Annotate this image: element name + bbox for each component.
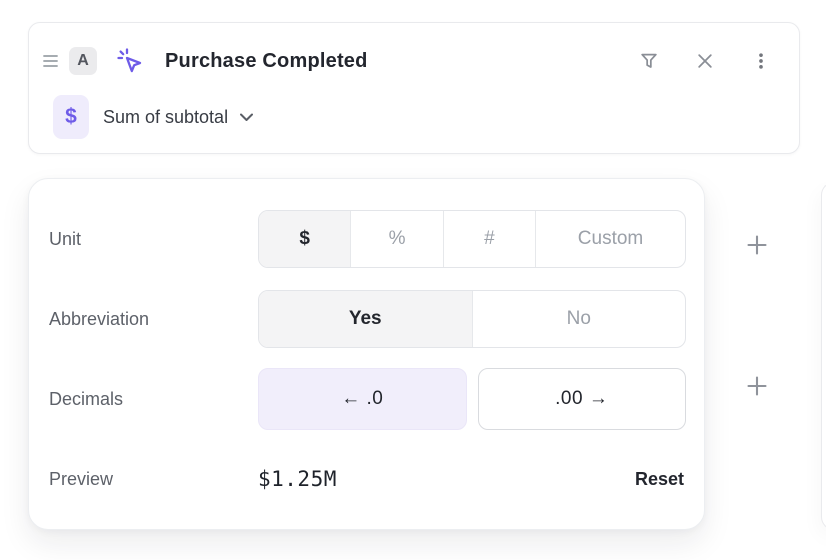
metric-label: Sum of subtotal (103, 107, 228, 128)
decimals-increase-button[interactable]: .00 → (478, 368, 687, 430)
abbreviation-option-no[interactable]: No (472, 291, 686, 347)
unit-control: $ % # Custom (258, 210, 686, 268)
unit-option-percent[interactable]: % (350, 211, 442, 267)
filter-button[interactable] (637, 49, 661, 73)
event-type-badge: A (69, 47, 97, 75)
filter-icon (638, 50, 660, 72)
abbreviation-row: Abbreviation Yes No (49, 279, 686, 359)
add-button-bottom[interactable] (741, 370, 773, 402)
unit-label: Unit (49, 229, 258, 250)
add-button-top[interactable] (741, 229, 773, 261)
close-icon (695, 51, 715, 71)
preview-value: $1.25M (258, 467, 337, 491)
decimals-row: Decimals ← .0 .00 → (49, 359, 686, 439)
event-metric-row: $ Sum of subtotal (53, 93, 773, 141)
preview-row: Preview $1.25M Reset (49, 439, 686, 519)
number-format-panel: Unit $ % # Custom Abbreviation Yes No De… (28, 178, 705, 530)
decimals-decrease-button[interactable]: ← .0 (258, 368, 467, 430)
unit-row: Unit $ % # Custom (49, 199, 686, 279)
abbreviation-label: Abbreviation (49, 309, 258, 330)
drag-handle-icon[interactable] (43, 52, 61, 70)
close-button[interactable] (693, 49, 717, 73)
click-event-icon (115, 46, 145, 76)
abbreviation-control: Yes No (258, 290, 686, 348)
dollar-metric-icon: $ (53, 95, 89, 139)
preview-label: Preview (49, 469, 258, 490)
drag-handle-lines (43, 54, 59, 68)
event-card-actions (637, 49, 773, 73)
abbreviation-segmented-control: Yes No (258, 290, 686, 348)
kebab-menu-icon (751, 50, 771, 72)
abbreviation-option-yes[interactable]: Yes (259, 291, 472, 347)
unit-option-number[interactable]: # (443, 211, 535, 267)
chevron-down-icon (240, 113, 253, 122)
metric-selector[interactable]: Sum of subtotal (103, 107, 253, 128)
unit-option-custom[interactable]: Custom (535, 211, 685, 267)
plus-icon (745, 374, 769, 398)
decimals-control: ← .0 .00 → (258, 368, 686, 430)
adjacent-card-edge (821, 182, 826, 530)
event-card: A Purchase Completed (28, 22, 800, 154)
reset-button[interactable]: Reset (635, 469, 686, 490)
decimals-label: Decimals (49, 389, 258, 410)
event-card-header: A Purchase Completed (43, 39, 773, 83)
plus-icon (745, 233, 769, 257)
unit-option-dollar[interactable]: $ (259, 211, 350, 267)
event-title[interactable]: Purchase Completed (165, 50, 368, 73)
unit-segmented-control: $ % # Custom (258, 210, 686, 268)
more-options-button[interactable] (749, 49, 773, 73)
